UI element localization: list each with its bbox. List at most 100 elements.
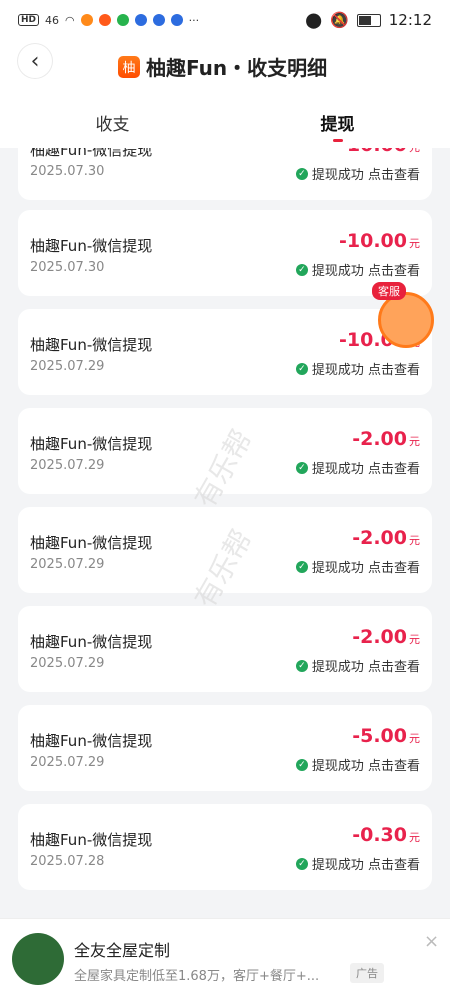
check-circle-icon: ✓ [295,263,308,276]
tab-withdrawal[interactable]: 提现 [225,96,450,148]
check-circle-icon: ✓ [295,461,308,474]
status-text: 提现成功 点击查看 [311,363,420,378]
status-text: 提现成功 点击查看 [311,264,420,279]
record-card[interactable]: 柚趣Fun-微信提现 2025.07.30 -10.00元 ✓提现成功 点击查看 [18,210,432,296]
more-notifications-icon: ··· [188,13,200,27]
amount-unit: 元 [409,831,420,844]
record-amount: -10.00元 [339,230,420,252]
record-date: 2025.07.30 [30,260,105,275]
record-card[interactable]: 柚趣Fun-微信提现 2025.07.30 -10.00元 ✓提现成功 点击查看 [18,148,432,200]
page-header: ‹ 柚 柚趣Fun・收支明细 [0,40,450,96]
customer-service-label: 客服 [372,282,406,300]
record-amount: -0.30 元 [352,824,420,846]
check-circle-icon: ✓ [295,659,308,672]
record-date: 2025.07.29 [30,458,105,473]
record-status[interactable]: ✓ 提现成功 点击查看 [295,656,420,675]
app-notification-icon [116,14,129,26]
status-text: 提现成功 点击查看 [311,660,420,675]
amount-unit: 元 [409,534,420,547]
app-notification-icon [80,14,93,26]
record-amount: -2.00 元 [352,527,420,549]
status-text: 提现成功 点击查看 [311,561,420,576]
record-name: 柚趣Fun-微信提现 [30,148,153,159]
check-circle-icon: ✓ [295,560,308,573]
amount-unit: 元 [409,732,420,745]
record-date: 2025.07.30 [30,164,105,179]
record-status[interactable]: ✓ 提现成功 点击查看 [295,458,420,477]
tab-bar: 收支 提现 [0,96,450,148]
hd-indicator: HD [18,14,40,26]
status-text: 提现成功 点击查看 [311,759,420,774]
record-card[interactable]: 柚趣Fun-微信提现 2025.07.29 -5.00 元 ✓ 提现成功 点击查看 [18,705,432,791]
app-notification-icon [134,14,147,26]
amount-unit: 元 [409,435,420,448]
ad-banner[interactable]: 全友全屋定制 全屋家具定制低至1.68万，客厅+餐厅+... 广告 × [0,918,450,1001]
record-name: 柚趣Fun-微信提现 [30,831,153,849]
record-date: 2025.07.29 [30,557,105,572]
record-name: 柚趣Fun-微信提现 [30,237,153,255]
page-title: 柚趣Fun・收支明细 [146,56,328,80]
check-circle-icon: ✓ [295,362,308,375]
record-status[interactable]: ✓ 提现成功 点击查看 [295,557,420,576]
record-card[interactable]: 柚趣Fun-微信提现 2025.07.28 -0.30 元 ✓ 提现成功 点击查看 [18,804,432,890]
signal-indicator: 46 [45,13,60,27]
record-name: 柚趣Fun-微信提现 [30,732,153,750]
ad-badge: 广告 [350,963,384,983]
record-name: 柚趣Fun-微信提现 [30,435,153,453]
record-status[interactable]: ✓ 提现成功 点击查看 [295,854,420,873]
record-amount: -2.00 元 [352,428,420,450]
amount-unit: 元 [409,633,420,646]
customer-service-avatar-icon [378,292,434,348]
record-date: 2025.07.29 [30,656,105,671]
ad-panda-image [12,933,64,985]
tab-income-expense[interactable]: 收支 [0,96,225,148]
record-card[interactable]: 柚趣Fun-微信提现 2025.07.29 -10.00元 ✓提现成功 点击查看 [18,309,432,395]
record-date: 2025.07.28 [30,854,105,869]
record-date: 2025.07.29 [30,755,105,770]
status-text: 提现成功 点击查看 [311,168,420,183]
amount-value: -2.00 [352,626,407,648]
record-status[interactable]: ✓ 提现成功 点击查看 [295,260,420,279]
close-icon[interactable]: × [424,931,439,952]
amount-value: -0.30 [352,824,407,846]
amount-unit: 元 [409,148,420,154]
back-button[interactable]: ‹ [18,44,52,78]
record-name: 柚趣Fun-微信提现 [30,633,153,651]
amount-value: -10.00 [339,148,407,156]
status-text: 提现成功 点击查看 [311,462,420,477]
app-logo-icon: 柚 [118,55,140,78]
record-card[interactable]: 柚趣Fun-微信提现 2025.07.29 -2.00 元 ✓ 提现成功 点击查看 [18,606,432,692]
record-amount: -10.00元 [339,148,420,156]
record-name: 柚趣Fun-微信提现 [30,534,153,552]
chevron-left-icon: ‹ [30,48,40,74]
record-status[interactable]: ✓ 提现成功 点击查看 [295,755,420,774]
check-circle-icon: ✓ [295,758,308,771]
status-text: 提现成功 点击查看 [311,858,420,873]
record-amount: -5.00 元 [352,725,420,747]
ad-title: 全友全屋定制 [74,941,171,960]
record-status[interactable]: ✓ 提现成功 点击查看 [295,164,420,183]
amount-value: -2.00 [352,527,407,549]
status-bar: HD 46 ◠ ··· ⬤ 🔕 12:12 [0,0,450,40]
status-left: HD 46 ◠ ··· [18,14,199,27]
check-circle-icon: ✓ [295,167,308,180]
battery-icon [356,13,381,27]
app-notification-icon [170,14,183,26]
record-date: 2025.07.29 [30,359,105,374]
title-wrap: 柚 柚趣Fun・收支明细 [118,52,327,81]
location-icon: ⬤ [305,11,323,29]
record-name: 柚趣Fun-微信提现 [30,336,153,354]
wifi-icon: ◠ [65,13,75,27]
status-right: ⬤ 🔕 12:12 [305,11,432,29]
amount-value: -5.00 [352,725,407,747]
customer-service-button[interactable]: 客服 [372,282,442,352]
app-notification-icon [98,14,111,26]
record-amount: -2.00 元 [352,626,420,648]
mute-icon: 🔕 [330,11,349,29]
amount-unit: 元 [409,237,420,250]
clock: 12:12 [388,11,432,29]
record-status[interactable]: ✓ 提现成功 点击查看 [295,359,420,378]
withdrawal-list[interactable]: 柚趣Fun-微信提现 2025.07.30 -10.00元 ✓提现成功 点击查看… [0,148,450,908]
ad-description: 全屋家具定制低至1.68万，客厅+餐厅+... [74,969,320,984]
amount-value: -2.00 [352,428,407,450]
